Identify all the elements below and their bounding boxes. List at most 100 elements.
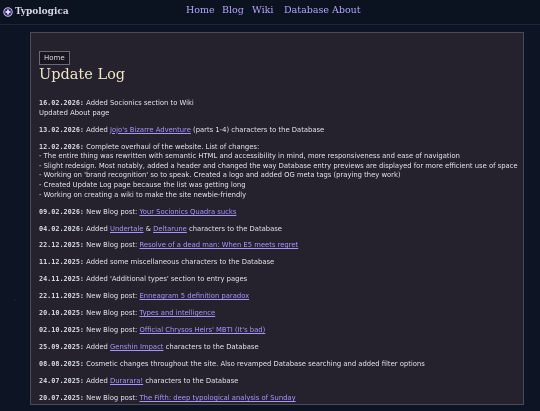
log-entry-link[interactable]: Resolve of a dead man: When E5 meets reg… xyxy=(139,241,298,249)
log-entry-text: Added xyxy=(84,377,110,386)
log-entry-date: 22.11.2025: xyxy=(39,292,85,301)
nav-home[interactable]: Home xyxy=(186,5,215,16)
log-entry-date: 25.09.2025: xyxy=(39,343,85,352)
log-entry: 12.02.2026: Complete overhaul of the web… xyxy=(39,143,518,201)
log-entry-line: 02.10.2025: New Blog post: Official Chry… xyxy=(39,326,515,336)
log-entry-text: characters to the Database xyxy=(163,343,259,352)
log-entry-date: 24.11.2025: xyxy=(39,275,85,284)
log-entry-date: 20.07.2025: xyxy=(39,394,85,403)
log-entry: 24.11.2025: Added 'Additional types' sec… xyxy=(39,275,515,285)
log-entry-date: 12.02.2026: xyxy=(39,142,85,151)
log-entry-text: Added some miscellaneous characters to t… xyxy=(84,258,275,267)
log-entry-link[interactable]: Deltarune xyxy=(153,225,187,233)
log-entry-line: 20.10.2025: New Blog post: Types and int… xyxy=(39,309,515,319)
log-entry: 04.02.2026: Added Undertale & Deltarune … xyxy=(39,225,515,235)
log-entry-date: 20.10.2025: xyxy=(39,309,85,318)
log-entry-text: Added Socionics section to Wiki xyxy=(84,99,194,107)
log-entry-text: - Working on 'brand recognition' so to s… xyxy=(39,171,401,180)
log-entry-line: - Created Update Log page because the li… xyxy=(39,181,515,191)
nav-database[interactable]: Database xyxy=(284,5,329,16)
log-entry-text: - Created Update Log page because the li… xyxy=(39,180,246,189)
log-entry: 24.07.2025: Added Durarara! characters t… xyxy=(39,377,515,387)
log-entry-text: Cosmetic changes throughout the site. Al… xyxy=(84,360,425,369)
log-entry-date: 24.07.2025: xyxy=(39,377,85,386)
nav-about[interactable]: About xyxy=(332,5,361,16)
log-entry-text: Complete overhaul of the website. List o… xyxy=(84,142,260,151)
content-panel: Home Update Log 16.02.2026: Added Socion… xyxy=(30,32,524,405)
log-entry-line: - Working on creating a wiki to make the… xyxy=(39,191,515,201)
log-entry-line: 16.02.2026: Added Socionics section to W… xyxy=(39,99,515,109)
log-entry-line: 24.11.2025: Added 'Additional types' sec… xyxy=(39,275,515,285)
log-entry-text: Added xyxy=(84,343,110,352)
brand-name: Typologica xyxy=(15,7,69,17)
log-entry-line: - Working on 'brand recognition' so to s… xyxy=(39,171,515,181)
log-entry-date: 08.08.2025: xyxy=(39,360,85,369)
log-entry-link[interactable]: Your Socionics Quadra sucks xyxy=(139,208,236,216)
log-entry-line: Updated About page xyxy=(39,109,515,119)
log-entry-line: 22.12.2025: New Blog post: Resolve of a … xyxy=(39,241,515,251)
log-entry: 11.12.2025: Added some miscellaneous cha… xyxy=(39,258,515,268)
log-entry-line: 13.02.2026: Added Jojo's Bizarre Adventu… xyxy=(39,126,515,136)
log-entry-line: 24.07.2025: Added Durarara! characters t… xyxy=(39,377,515,387)
log-entry-date: 13.02.2026: xyxy=(39,125,85,134)
log-entry-text: New Blog post: xyxy=(84,292,140,301)
log-entry-link[interactable]: Jojo's Bizarre Adventure xyxy=(110,126,191,134)
site-header: Typologica Home Blog Wiki Database About xyxy=(0,0,540,25)
log-entry-text: New Blog post: xyxy=(84,394,140,403)
log-entry-text: & xyxy=(143,224,154,233)
log-entry-date: 09.02.2026: xyxy=(39,207,85,216)
log-entry-link[interactable]: Undertale xyxy=(110,225,143,233)
log-entry-line: 11.12.2025: Added some miscellaneous cha… xyxy=(39,258,515,268)
page-title: Update Log xyxy=(39,67,126,83)
log-entry: 02.10.2025: New Blog post: Official Chry… xyxy=(39,326,515,336)
log-entry-date: 04.02.2026: xyxy=(39,224,85,233)
log-entry: 13.02.2026: Added Jojo's Bizarre Adventu… xyxy=(39,126,515,136)
log-entry-link[interactable]: Enneagram 5 definition paradox xyxy=(139,292,249,300)
log-entry-text: (parts 1-4) characters to the Database xyxy=(190,125,325,134)
log-entry-link[interactable]: Genshin Impact xyxy=(110,343,163,351)
log-entry-line: - Slight redesign. Most notably, added a… xyxy=(39,161,518,172)
log-entry-line: 22.11.2025: New Blog post: Enneagram 5 d… xyxy=(39,292,515,302)
log-entry-line: 25.09.2025: Added Genshin Impact charact… xyxy=(39,343,515,353)
log-entry-text: Added xyxy=(84,125,110,134)
nav-wiki[interactable]: Wiki xyxy=(252,5,273,16)
log-entry: 08.08.2025: Cosmetic changes throughout … xyxy=(39,360,515,370)
log-entry-date: 02.10.2025: xyxy=(39,326,85,335)
log-entry: 22.12.2025: New Blog post: Resolve of a … xyxy=(39,241,515,251)
log-entry-text: - Slight redesign. Most notably, added a… xyxy=(39,161,518,170)
log-entry-text: - The entire thing was rewritten with se… xyxy=(39,152,460,161)
log-entry-text: Updated About page xyxy=(39,108,110,117)
log-entry-text: Added 'Additional types' section to entr… xyxy=(84,275,248,284)
log-entry-line: 04.02.2026: Added Undertale & Deltarune … xyxy=(39,225,515,235)
log-entry-text: New Blog post: xyxy=(84,241,140,250)
log-entry-link[interactable]: Durarara! xyxy=(110,377,143,385)
update-log-list: 16.02.2026: Added Socionics section to W… xyxy=(39,99,518,411)
log-entry-date: 22.12.2025: xyxy=(39,241,85,250)
log-entry-text: Added xyxy=(84,224,110,233)
log-entry-date: 11.12.2025: xyxy=(39,258,85,267)
log-entry-link[interactable]: Official Chrysos Heirs' MBTI (It's bad) xyxy=(139,326,265,334)
log-entry-text: New Blog post: xyxy=(84,326,140,335)
log-entry-date: 16.02.2026: xyxy=(39,99,85,107)
log-entry: 20.10.2025: New Blog post: Types and int… xyxy=(39,309,515,319)
log-entry: 16.02.2026: Added Socionics section to W… xyxy=(39,99,515,118)
log-entry: 22.11.2025: New Blog post: Enneagram 5 d… xyxy=(39,292,515,302)
log-entry-text: New Blog post: xyxy=(84,207,140,216)
nav-blog[interactable]: Blog xyxy=(222,5,244,16)
log-entry-text: characters to the Database xyxy=(143,377,239,386)
typologica-logo-icon xyxy=(3,7,13,17)
log-entry: 09.02.2026: New Blog post: Your Socionic… xyxy=(39,208,515,218)
log-entry-text: New Blog post: xyxy=(84,309,140,318)
log-entry-line: - The entire thing was rewritten with se… xyxy=(39,152,515,162)
log-entry-link[interactable]: Types and intelligence xyxy=(139,309,215,317)
log-entry: 25.09.2025: Added Genshin Impact charact… xyxy=(39,343,515,353)
log-entry-text: characters to the Database xyxy=(186,224,282,233)
brand-link[interactable]: Typologica xyxy=(3,4,69,20)
log-entry-line: 20.07.2025: New Blog post: The Fifth: de… xyxy=(39,394,515,404)
log-entry-line: 12.02.2026: Complete overhaul of the web… xyxy=(39,143,515,153)
log-entry-link[interactable]: The Fifth: deep typological analysis of … xyxy=(139,394,295,402)
log-entry-line: 09.02.2026: New Blog post: Your Socionic… xyxy=(39,208,515,218)
breadcrumb-home[interactable]: Home xyxy=(39,51,70,65)
log-entry-text: - Working on creating a wiki to make the… xyxy=(39,190,247,199)
log-entry: 20.07.2025: New Blog post: The Fifth: de… xyxy=(39,394,515,404)
